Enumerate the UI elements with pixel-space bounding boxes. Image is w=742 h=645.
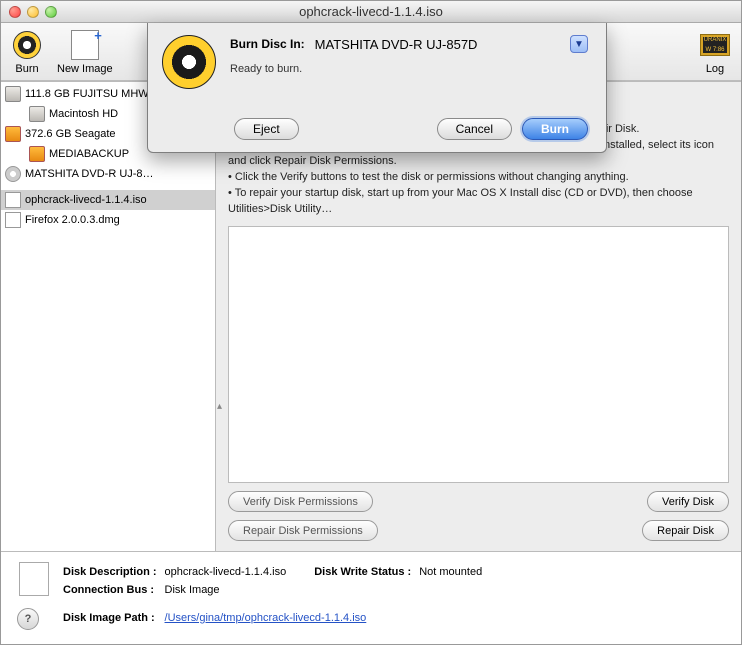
toolbar-new-image-label: New Image bbox=[57, 63, 113, 75]
sidebar-item-image[interactable]: Firefox 2.0.0.3.dmg bbox=[1, 210, 215, 230]
desc-label: Disk Description : bbox=[63, 564, 163, 580]
new-image-icon bbox=[71, 30, 99, 60]
burn-device-name: MATSHITA DVD-R UJ-857D bbox=[315, 37, 478, 52]
disk-image-icon bbox=[5, 212, 21, 228]
disk-image-icon bbox=[5, 192, 21, 208]
cancel-button[interactable]: Cancel bbox=[437, 118, 512, 140]
log-icon: URANIXW 7:86 bbox=[700, 34, 730, 56]
disk-image-path-link[interactable]: /Users/gina/tmp/ophcrack-livecd-1.1.4.is… bbox=[165, 612, 367, 624]
repair-permissions-button[interactable]: Repair Disk Permissions bbox=[228, 520, 378, 541]
sidebar-item-image[interactable]: ophcrack-livecd-1.1.4.iso bbox=[1, 190, 215, 210]
desc-value: ophcrack-livecd-1.1.4.iso bbox=[165, 564, 293, 580]
harddrive-icon bbox=[5, 86, 21, 102]
toolbar-log[interactable]: URANIXW 7:86 Log bbox=[699, 29, 731, 75]
path-label: Disk Image Path : bbox=[63, 610, 163, 626]
burn-button[interactable]: Burn bbox=[522, 118, 588, 140]
burn-sheet: Burn Disc In: MATSHITA DVD-R UJ-857D ▼ R… bbox=[147, 23, 607, 153]
conn-value: Disk Image bbox=[165, 582, 293, 598]
sidebar-item-optical[interactable]: MATSHITA DVD-R UJ-8… bbox=[1, 164, 215, 184]
sidebar-item-label: Macintosh HD bbox=[49, 108, 118, 120]
toolbar-log-label: Log bbox=[706, 63, 724, 75]
write-status-label: Disk Write Status : bbox=[314, 564, 417, 580]
window-title: ophcrack-livecd-1.1.4.iso bbox=[1, 4, 741, 19]
eject-button[interactable]: Eject bbox=[234, 118, 299, 140]
harddrive-icon bbox=[5, 126, 21, 142]
verify-permissions-button[interactable]: Verify Disk Permissions bbox=[228, 491, 373, 512]
repair-disk-button[interactable]: Repair Disk bbox=[642, 520, 729, 541]
harddrive-icon bbox=[29, 106, 45, 122]
conn-label: Connection Bus : bbox=[63, 582, 163, 598]
sidebar-item-label: MEDIABACKUP bbox=[49, 148, 129, 160]
instruction-line: • Click the Verify buttons to test the d… bbox=[228, 170, 729, 186]
content: 111.8 GB FUJITSU MHW2 Macintosh HD 372.6… bbox=[1, 81, 741, 644]
titlebar: ophcrack-livecd-1.1.4.iso bbox=[1, 1, 741, 23]
sidebar-item-label: Firefox 2.0.0.3.dmg bbox=[25, 214, 120, 226]
disk-utility-window: ophcrack-livecd-1.1.4.iso Burn New Image… bbox=[0, 0, 742, 645]
info-footer: Disk Description : ophcrack-livecd-1.1.4… bbox=[1, 551, 741, 644]
toolbar-burn-label: Burn bbox=[15, 63, 38, 75]
burn-icon bbox=[162, 35, 216, 89]
sidebar-item-label: 372.6 GB Seagate bbox=[25, 128, 116, 140]
verify-disk-button[interactable]: Verify Disk bbox=[647, 491, 729, 512]
help-button[interactable]: ? bbox=[17, 608, 39, 630]
sidebar-item-label: 111.8 GB FUJITSU MHW2 bbox=[25, 88, 155, 100]
dvd-icon bbox=[5, 166, 21, 182]
burn-status: Ready to burn. bbox=[230, 63, 588, 75]
write-status-value: Not mounted bbox=[419, 564, 488, 580]
toolbar-burn[interactable]: Burn bbox=[11, 29, 43, 75]
instruction-line: • To repair your startup disk, start up … bbox=[228, 186, 729, 218]
results-textarea[interactable] bbox=[228, 226, 729, 483]
sidebar-item-label: MATSHITA DVD-R UJ-8… bbox=[25, 168, 154, 180]
toolbar-new-image[interactable]: New Image bbox=[57, 29, 113, 75]
sidebar-item-label: ophcrack-livecd-1.1.4.iso bbox=[25, 194, 147, 206]
burn-in-label: Burn Disc In: bbox=[230, 37, 305, 51]
disk-image-icon bbox=[19, 562, 49, 596]
splitter-handle[interactable]: ▴ bbox=[217, 401, 222, 412]
harddrive-icon bbox=[29, 146, 45, 162]
burn-icon bbox=[13, 31, 41, 59]
disclosure-button[interactable]: ▼ bbox=[570, 35, 588, 53]
